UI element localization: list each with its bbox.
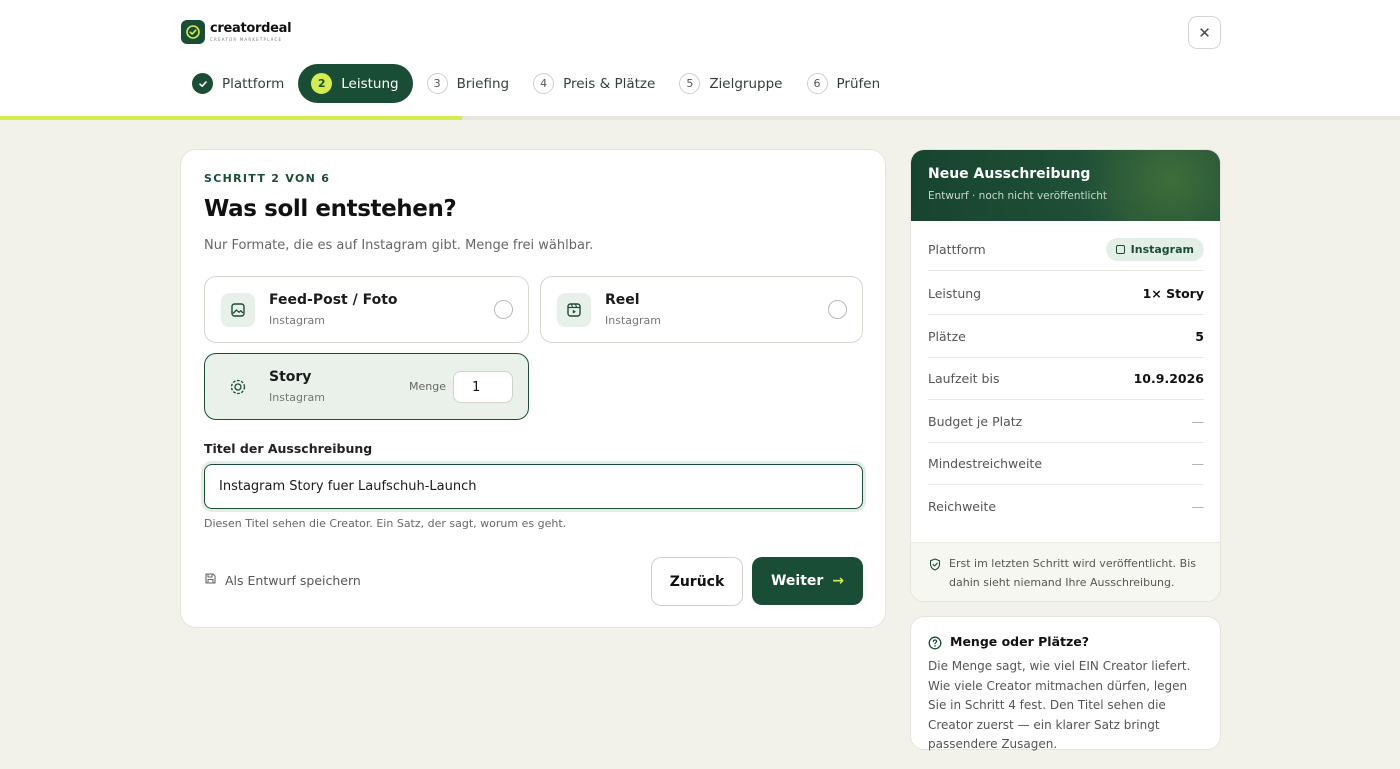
title-input[interactable]: [204, 464, 863, 509]
step-number: 4: [533, 73, 555, 94]
service-form-card: SCHRITT 2 VON 6 Was soll entstehen? Nur …: [180, 149, 886, 628]
quantity-label: Menge: [409, 380, 446, 393]
summary-value: 1× Story: [1142, 285, 1204, 301]
summary-row-mindestreichweite: Mindestreichweite —: [928, 442, 1204, 485]
summary-key: Plattform: [928, 241, 986, 257]
reel-icon: [557, 293, 591, 327]
step-number: 2: [311, 73, 333, 94]
save-draft-button[interactable]: Als Entwurf speichern: [204, 572, 361, 588]
step-label: Zielgruppe: [709, 75, 783, 92]
help-title: Menge oder Plätze?: [950, 634, 1089, 649]
help-card: Menge oder Plätze? Die Menge sagt, wie v…: [910, 616, 1221, 751]
summary-row-budget: Budget je Platz —: [928, 400, 1204, 443]
brand-tagline: CREATOR MARKETPLACE: [210, 37, 283, 42]
check-logo-icon: [181, 20, 205, 44]
quantity-input[interactable]: [453, 371, 513, 403]
summary-value: —: [1191, 413, 1205, 429]
arrow-right-icon: →: [832, 573, 845, 589]
option-title: Story: [269, 369, 312, 385]
brand-logo[interactable]: creatordeal CREATOR MARKETPLACE: [181, 20, 292, 44]
summary-value: 10.9.2026: [1133, 370, 1204, 386]
summary-row-plaetze: Plätze 5: [928, 315, 1204, 358]
step-navigation: Plattform 2 Leistung 3 Briefing 4 Preis …: [182, 64, 894, 103]
step-number: 3: [426, 73, 448, 94]
progress-fill: [0, 116, 462, 120]
summary-row-plattform: Plattform Instagram: [928, 228, 1204, 271]
brand-name: creatordeal: [210, 21, 292, 36]
option-radio[interactable]: [494, 300, 513, 319]
shield-check-icon: [929, 556, 941, 575]
publish-note: Erst im letzten Schritt wird veröffentli…: [949, 557, 1196, 589]
page-subtitle: Nur Formate, die es auf Instagram gibt. …: [204, 238, 594, 253]
step-leistung[interactable]: 2 Leistung: [298, 64, 413, 103]
image-icon: [221, 293, 255, 327]
summary-key: Reichweite: [928, 499, 997, 514]
summary-header: Neue Ausschreibung Entwurf · noch nicht …: [911, 150, 1220, 221]
platform-value: Instagram: [1130, 242, 1194, 256]
summary-key: Laufzeit bis: [928, 370, 1000, 386]
option-radio[interactable]: [828, 300, 847, 319]
summary-value: —: [1191, 455, 1205, 471]
close-button[interactable]: ✕: [1188, 16, 1221, 49]
step-preis-plaetze[interactable]: 4 Preis & Plätze: [523, 64, 665, 103]
option-title: Reel: [605, 292, 640, 308]
story-icon: [221, 370, 255, 404]
summary-key: Plätze: [928, 328, 966, 344]
option-feed-post[interactable]: Feed-Post / Foto Instagram: [204, 276, 529, 343]
step-label: Briefing: [456, 75, 510, 92]
summary-row-leistung: Leistung 1× Story: [928, 272, 1204, 315]
summary-key: Budget je Platz: [928, 413, 1023, 429]
summary-key: Leistung: [928, 285, 982, 301]
summary-row-laufzeit: Laufzeit bis 10.9.2026: [928, 357, 1204, 400]
step-label: Preis & Plätze: [563, 75, 656, 92]
step-number: 5: [679, 73, 701, 94]
summary-row-reichweite: Reichweite —: [928, 485, 1204, 528]
step-label: Prüfen: [836, 75, 881, 92]
step-plattform[interactable]: Plattform: [182, 64, 294, 103]
step-kicker: SCHRITT 2 VON 6: [204, 172, 331, 185]
top-header: creatordeal CREATOR MARKETPLACE ✕ Plattf…: [0, 0, 1400, 116]
step-pruefen[interactable]: 6 Prüfen: [797, 64, 891, 103]
summary-value: 5: [1195, 328, 1204, 344]
option-platform: Instagram: [269, 314, 325, 327]
title-field-label: Titel der Ausschreibung: [204, 441, 373, 456]
back-button[interactable]: Zurück: [651, 557, 743, 606]
summary-card: Neue Ausschreibung Entwurf · noch nicht …: [910, 149, 1221, 602]
option-reel[interactable]: Reel Instagram: [540, 276, 863, 343]
option-title: Feed-Post / Foto: [269, 292, 398, 308]
step-label: Leistung: [341, 75, 399, 92]
summary-value: —: [1191, 499, 1205, 514]
summary-footer: Erst im letzten Schritt wird veröffentli…: [911, 542, 1220, 601]
save-icon: [204, 572, 217, 588]
option-platform: Instagram: [605, 314, 661, 327]
summary-key: Mindestreichweite: [928, 455, 1043, 471]
step-briefing[interactable]: 3 Briefing: [417, 64, 520, 103]
step-number: 6: [806, 73, 828, 94]
summary-title: Neue Ausschreibung: [928, 166, 1091, 182]
question-icon: [928, 635, 942, 654]
step-label: Plattform: [222, 75, 285, 92]
platform-badge: Instagram: [1105, 237, 1204, 261]
next-button[interactable]: Weiter →: [752, 557, 863, 605]
step-zielgruppe[interactable]: 5 Zielgruppe: [669, 64, 792, 103]
progress-bar: [0, 116, 1400, 120]
help-body: Die Menge sagt, wie viel EIN Creator lie…: [928, 659, 1191, 752]
save-draft-label: Als Entwurf speichern: [225, 572, 361, 588]
option-story[interactable]: Story Instagram Menge: [204, 353, 529, 420]
instagram-icon: [1115, 244, 1125, 254]
close-icon: ✕: [1198, 23, 1211, 42]
page-title: Was soll entstehen?: [204, 196, 457, 222]
next-label: Weiter: [770, 573, 824, 589]
summary-status: Entwurf · noch nicht veröffentlicht: [928, 190, 1108, 202]
title-field-help: Diesen Titel sehen die Creator. Ein Satz…: [204, 517, 567, 530]
option-platform: Instagram: [269, 391, 325, 404]
check-icon: [192, 73, 213, 94]
